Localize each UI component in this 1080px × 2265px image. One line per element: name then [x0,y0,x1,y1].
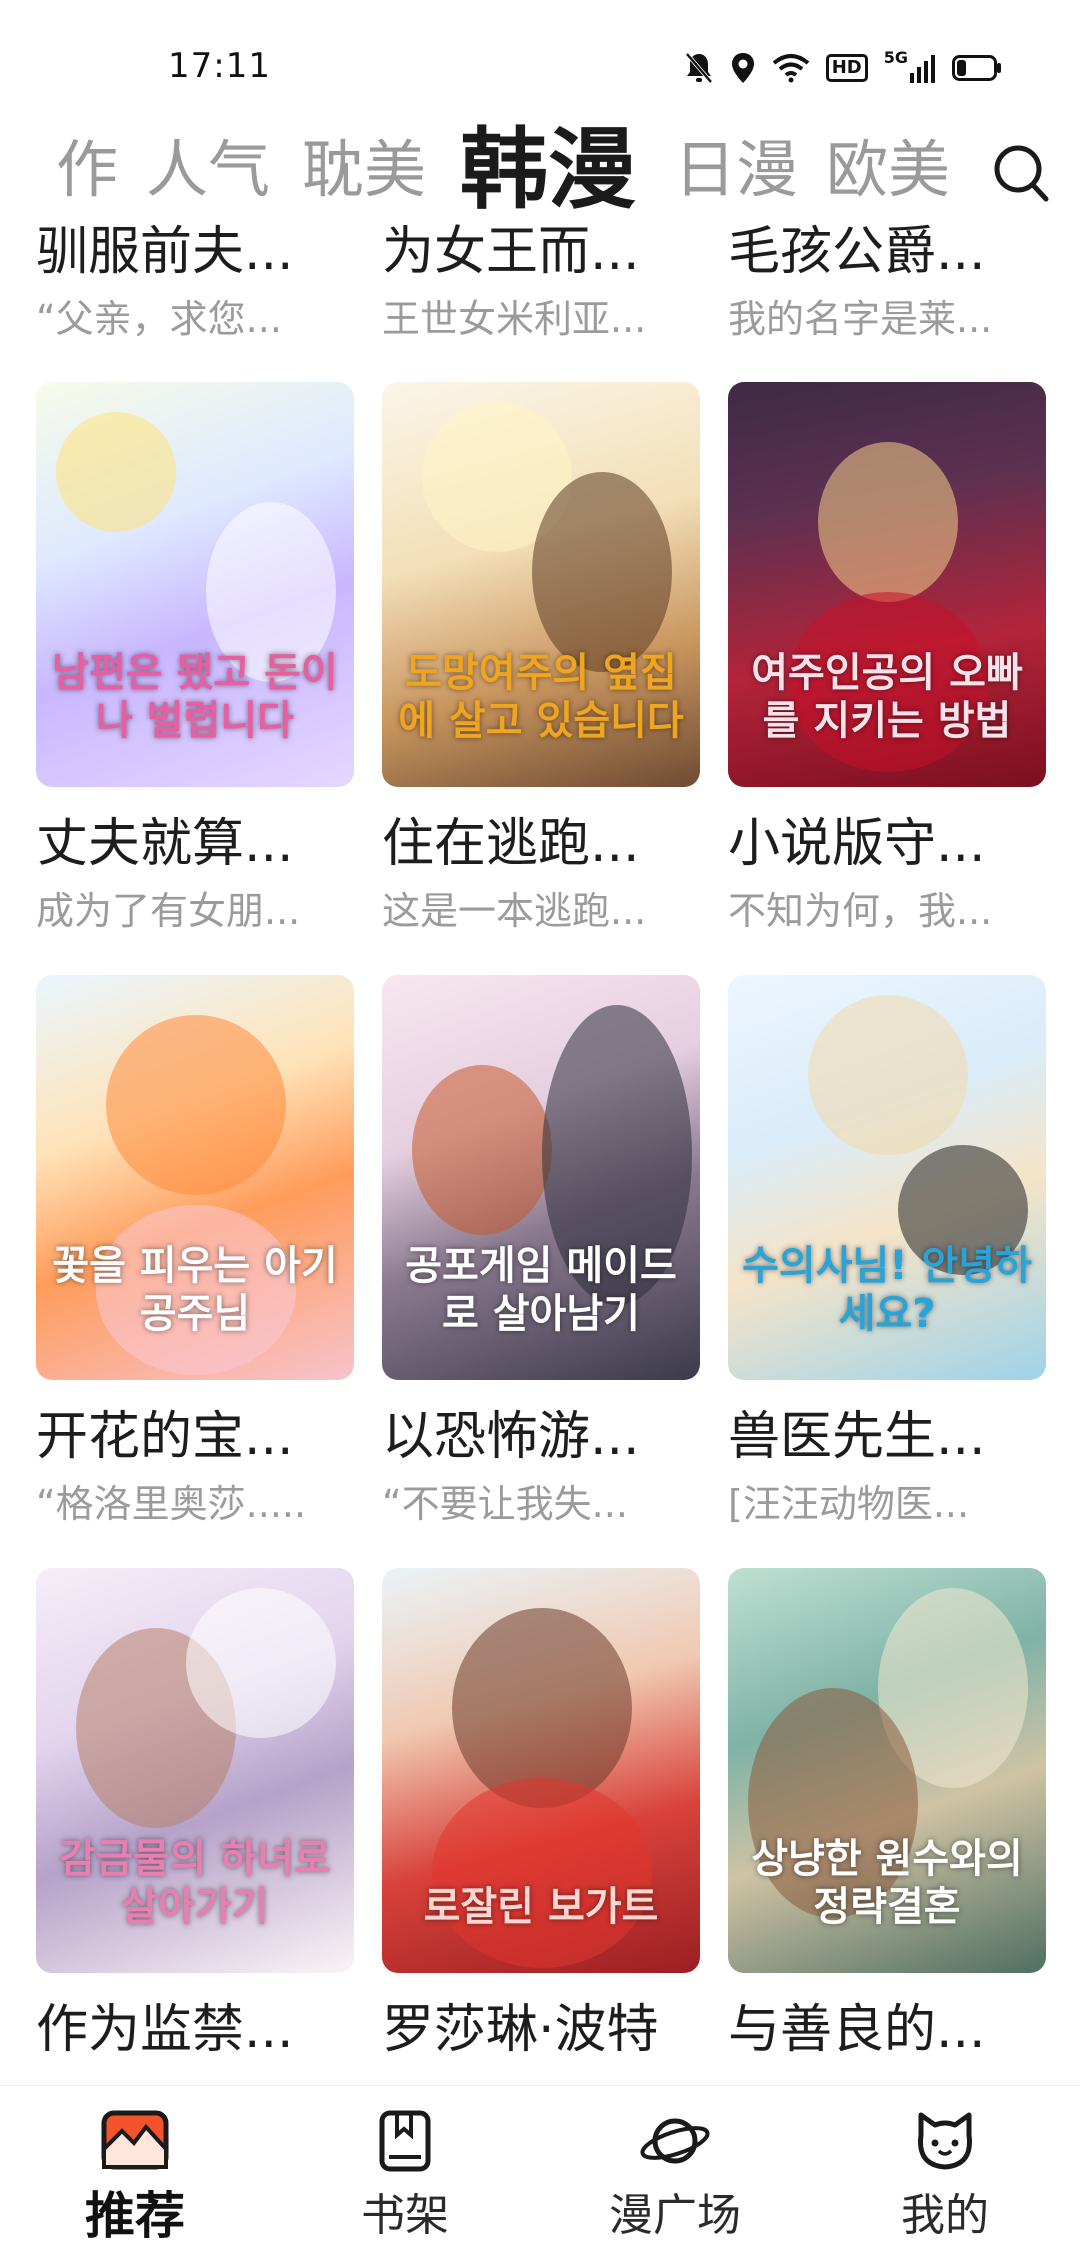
cover-text: 공포게임 메이드로 살아남기 [405,1243,677,1337]
tab-partial[interactable]: 作 [56,125,118,215]
status-bar: 17:11 HD 5G [0,0,1080,130]
comic-title: 开花的宝... [36,1407,294,1467]
cover-text: 수의사님! 안녕하세요? [742,1243,1032,1337]
comic-cover[interactable]: 여주인공의 오빠를 지키는 방법 [728,382,1046,787]
wifi-icon [772,50,810,86]
tab-western[interactable]: 欧美 [826,125,950,215]
bookshelf-icon [305,2106,505,2176]
comic-cover[interactable]: 꽃을 피우는 아기 공주님 [36,975,354,1380]
comic-grid: 驯服前夫... “父亲，求您... 为女王而... 王世女米利亚... 毛孩公爵… [0,215,1080,2085]
comic-card[interactable]: 공포게임 메이드로 살아남기 以恐怖游... “不要让我失... [382,975,700,1530]
hd-icon: HD [825,50,868,86]
status-icons: HD 5G [684,48,1002,88]
comic-card[interactable]: 驯服前夫... “父亲，求您... [36,215,354,345]
comic-title: 罗莎琳·波特 [382,2000,659,2060]
comic-cover[interactable]: 로잘린 보가트 [382,1568,700,1973]
comic-desc: 这是一本逃跑... [382,889,647,933]
comic-title: 住在逃跑... [382,814,640,874]
tab-bl[interactable]: 耽美 [302,125,426,215]
mute-icon [684,50,714,86]
comic-cover[interactable]: 상냥한 원수와의 정략결혼 [728,1568,1046,1973]
comic-card[interactable]: 为女王而... 王世女米利亚... [382,215,700,345]
comic-title: 以恐怖游... [382,1407,640,1467]
nav-plaza[interactable]: 漫广场 [575,2106,775,2246]
signal-5g-icon: 5G [884,50,936,86]
comic-card[interactable]: 남편은 됐고 돈이나 벌렵니다 丈夫就算... 成为了有女朋... [36,382,354,937]
bottom-nav: 推荐 书架 漫广场 我的 [0,2085,1080,2265]
comic-cover[interactable]: 공포게임 메이드로 살아남기 [382,975,700,1380]
tab-korean[interactable]: 韩漫 [460,115,636,225]
cover-text: 남편은 됐고 돈이나 벌렵니다 [52,650,338,744]
comic-cover[interactable]: 남편은 됐고 돈이나 벌렵니다 [36,382,354,787]
comic-card[interactable]: 毛孩公爵... 我的名字是莱... [728,215,1046,345]
nav-label: 漫广场 [609,2190,741,2241]
cover-text: 로잘린 보가트 [423,1884,659,1930]
partial-row: 驯服前夫... “父亲，求您... 为女王而... 王世女米利亚... 毛孩公爵… [0,215,1080,365]
comic-desc: 王世女米利亚... [382,297,647,341]
tab-japanese[interactable]: 日漫 [674,125,798,215]
comic-cover[interactable]: 감금물의 하녀로 살아가기 [36,1568,354,1973]
comic-card[interactable]: 상냥한 원수와의 정략결혼 与善良的... [728,1568,1046,2071]
comic-title: 丈夫就算... [36,814,294,874]
comic-cover[interactable]: 도망여주의 옆집에 살고 있습니다 [382,382,700,787]
cat-face-icon [845,2106,1045,2176]
cover-text: 도망여주의 옆집에 살고 있습니다 [398,650,684,744]
cover-text: 꽃을 피우는 아기 공주님 [52,1243,338,1337]
cover-text: 여주인공의 오빠를 지키는 방법 [751,650,1023,744]
nav-mine[interactable]: 我的 [845,2106,1045,2246]
comic-title: 与善良的... [728,2000,986,2060]
comic-desc: 不知为何，我... [728,889,993,933]
comic-card[interactable]: 꽃을 피우는 아기 공주님 开花的宝... “格洛里奥莎..... [36,975,354,1530]
nav-label: 我的 [901,2190,989,2241]
comic-card[interactable]: 여주인공의 오빠를 지키는 방법 小说版守... 不知为何，我... [728,382,1046,937]
comic-desc: “不要让我失... [382,1482,628,1526]
comic-title: 小说版守... [728,814,986,874]
nav-recommend[interactable]: 推荐 [35,2106,235,2246]
comic-desc: [汪汪动物医... [728,1482,970,1526]
comic-desc: 成为了有女朋... [36,889,301,933]
category-tabs: 作 人气 耽美 韩漫 日漫 欧美 [0,115,1080,225]
cover-text: 감금물의 하녀로 살아가기 [59,1836,331,1930]
status-time: 17:11 [168,46,271,86]
nav-bookshelf[interactable]: 书架 [305,2106,505,2246]
recommend-icon [35,2106,235,2176]
comic-desc: “父亲，求您... [36,297,282,341]
comic-card[interactable]: 감금물의 하녀로 살아가기 作为监禁... [36,1568,354,2071]
tab-popular[interactable]: 人气 [146,125,270,215]
comic-desc: 我的名字是莱... [728,297,993,341]
battery-icon [952,50,1002,86]
planet-icon [575,2106,775,2176]
nav-label: 书架 [361,2190,449,2241]
cover-text: 상냥한 원수와의 정략결혼 [751,1836,1023,1930]
comic-card[interactable]: 도망여주의 옆집에 살고 있습니다 住在逃跑... 这是一本逃跑... [382,382,700,937]
location-icon [730,50,756,86]
comic-title: 兽医先生... [728,1407,986,1467]
nav-label: 推荐 [85,2187,185,2245]
comic-card[interactable]: 수의사님! 안녕하세요? 兽医先生... [汪汪动物医... [728,975,1046,1530]
comic-title: 毛孩公爵... [728,222,986,282]
comic-title: 驯服前夫... [36,222,294,282]
comic-title: 作为监禁... [36,2000,294,2060]
comic-cover[interactable]: 수의사님! 안녕하세요? [728,975,1046,1380]
comic-card[interactable]: 로잘린 보가트 罗莎琳·波特 [382,1568,700,2071]
comic-title: 为女王而... [382,222,640,282]
search-icon[interactable] [990,137,1052,207]
comic-desc: “格洛里奥莎..... [36,1482,307,1526]
